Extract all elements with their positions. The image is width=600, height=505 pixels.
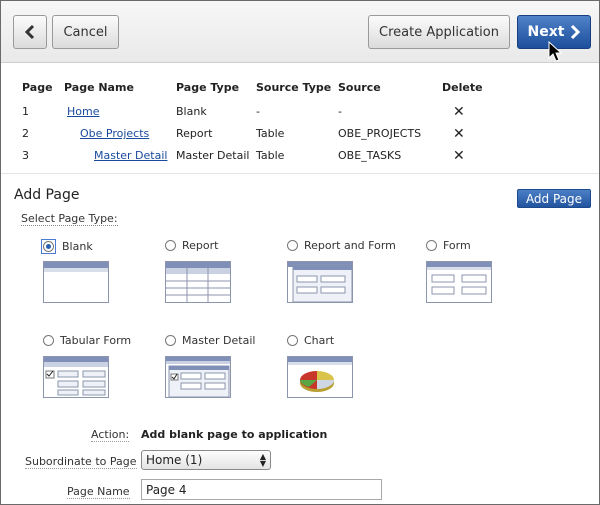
page-type-tabular-form[interactable]: Tabular Form bbox=[43, 334, 131, 347]
radio-focus-ring bbox=[41, 239, 56, 254]
page-type-form[interactable]: Form bbox=[426, 239, 471, 252]
radio-form[interactable] bbox=[426, 240, 437, 251]
page-type-report-and-form-label: Report and Form bbox=[304, 239, 396, 252]
row3-source-type: Table bbox=[256, 149, 285, 162]
row3-page-name-link[interactable]: Master Detail bbox=[94, 149, 167, 162]
col-header-delete: Delete bbox=[442, 81, 483, 94]
cancel-label: Cancel bbox=[63, 24, 108, 40]
radio-chart[interactable] bbox=[287, 335, 298, 346]
radio-tabular-form[interactable] bbox=[43, 335, 54, 346]
select-arrows-icon: ▲ ▼ bbox=[259, 452, 266, 468]
report-page-icon bbox=[165, 261, 231, 303]
form-page-icon bbox=[426, 261, 492, 303]
add-page-button[interactable]: Add Page bbox=[517, 189, 591, 208]
report-and-form-page-icon bbox=[287, 261, 353, 303]
action-value: Add blank page to application bbox=[141, 428, 328, 441]
row3-page-type: Master Detail bbox=[176, 149, 250, 162]
row1-page: 1 bbox=[22, 105, 29, 118]
mouse-pointer-icon bbox=[548, 41, 563, 62]
radio-blank[interactable] bbox=[43, 241, 54, 252]
next-label: Next bbox=[527, 24, 565, 40]
page-type-report-label: Report bbox=[182, 239, 219, 252]
row1-page-name-link[interactable]: Home bbox=[67, 105, 99, 118]
col-header-source-type: Source Type bbox=[256, 81, 332, 94]
page-type-form-label: Form bbox=[443, 239, 471, 252]
row2-page-name-link[interactable]: Obe Projects bbox=[80, 127, 149, 140]
page-type-report-and-form[interactable]: Report and Form bbox=[287, 239, 396, 252]
page-name-label: Page Name bbox=[67, 485, 130, 499]
row2-delete-icon[interactable]: ✕ bbox=[453, 127, 465, 141]
subordinate-to-page-label: Subordinate to Page bbox=[25, 455, 137, 469]
page-type-chart-label: Chart bbox=[304, 334, 335, 347]
create-application-button[interactable]: Create Application bbox=[368, 15, 510, 49]
row3-delete-icon[interactable]: ✕ bbox=[453, 149, 465, 163]
page-type-tabular-form-label: Tabular Form bbox=[60, 334, 132, 347]
subordinate-to-page-select[interactable]: Home (1) ▲ ▼ bbox=[141, 450, 271, 470]
row2-source: OBE_PROJECTS bbox=[338, 127, 422, 140]
col-header-page: Page bbox=[22, 81, 53, 94]
row1-delete-icon[interactable]: ✕ bbox=[453, 105, 465, 119]
page-type-master-detail-label: Master Detail bbox=[182, 334, 256, 347]
chevron-right-icon bbox=[571, 25, 581, 39]
row2-page-type: Report bbox=[176, 127, 213, 140]
blank-page-icon bbox=[43, 261, 109, 303]
wizard-toolbar: Cancel Create Application Next bbox=[1, 1, 599, 63]
row2-source-type: Table bbox=[256, 127, 285, 140]
tabular-form-page-icon bbox=[43, 356, 109, 398]
page-type-chart[interactable]: Chart bbox=[287, 334, 334, 347]
add-page-heading: Add Page bbox=[14, 187, 80, 203]
action-label: Action: bbox=[91, 428, 130, 442]
select-page-type-label: Select Page Type: bbox=[21, 212, 118, 226]
row3-page: 3 bbox=[22, 149, 29, 162]
page-type-report[interactable]: Report bbox=[165, 239, 218, 252]
page-type-blank-label: Blank bbox=[62, 240, 93, 253]
page-name-input[interactable] bbox=[141, 479, 382, 500]
radio-report-and-form[interactable] bbox=[287, 240, 298, 251]
row3-source: OBE_TASKS bbox=[338, 149, 402, 162]
page-type-blank[interactable]: Blank bbox=[41, 239, 93, 254]
col-header-source: Source bbox=[338, 81, 381, 94]
chevron-left-icon bbox=[24, 24, 35, 40]
chart-page-icon bbox=[287, 356, 353, 398]
col-header-page-type: Page Type bbox=[176, 81, 240, 94]
subordinate-selected-value: Home (1) bbox=[146, 453, 203, 467]
page-type-master-detail[interactable]: Master Detail bbox=[165, 334, 255, 347]
col-header-page-name: Page Name bbox=[64, 81, 134, 94]
master-detail-page-icon bbox=[165, 356, 231, 398]
divider bbox=[1, 173, 599, 174]
row1-page-type: Blank bbox=[176, 105, 207, 118]
radio-master-detail[interactable] bbox=[165, 335, 176, 346]
row1-source: - bbox=[338, 105, 342, 118]
row2-page: 2 bbox=[22, 127, 29, 140]
create-application-label: Create Application bbox=[379, 24, 499, 40]
row1-source-type: - bbox=[256, 105, 260, 118]
cancel-button[interactable]: Cancel bbox=[52, 15, 119, 49]
radio-report[interactable] bbox=[165, 240, 176, 251]
back-button[interactable] bbox=[13, 15, 47, 49]
